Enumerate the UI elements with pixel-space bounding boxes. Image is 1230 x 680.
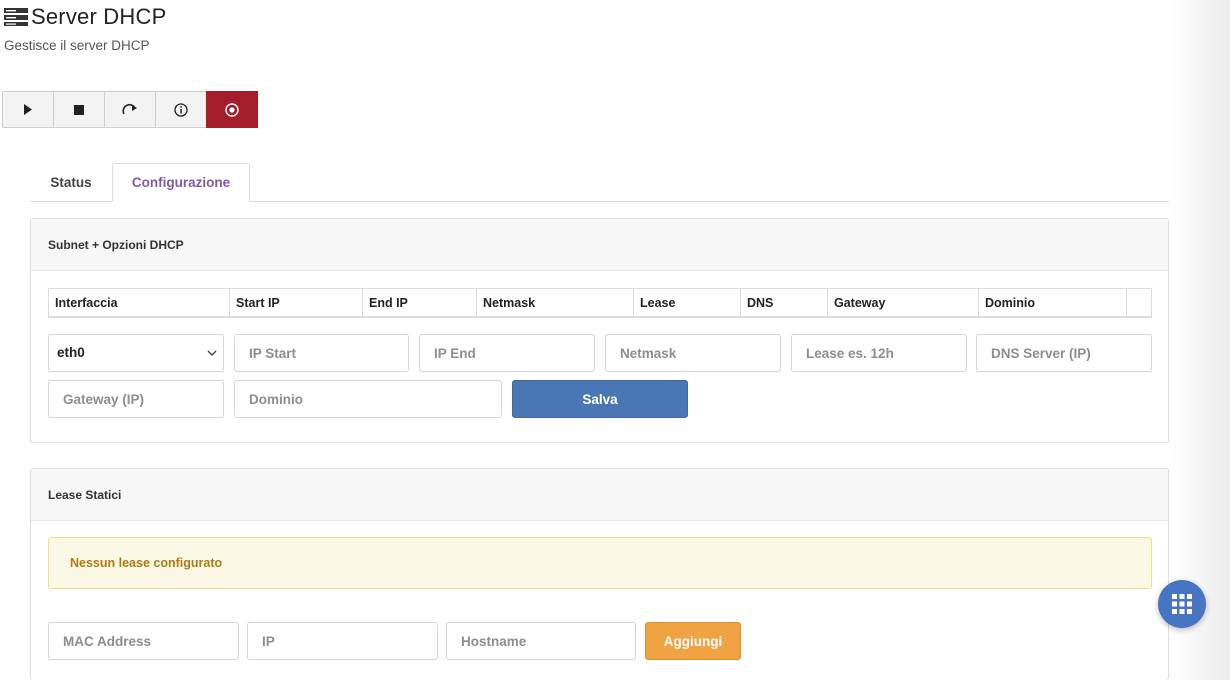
empty-lease-alert: Nessun lease configurato [48, 537, 1152, 589]
static-lease-panel: Lease Statici Nessun lease configurato A… [30, 468, 1169, 680]
dhcp-table-header: Interfaccia Start IP End IP Netmask Leas… [48, 288, 1152, 318]
apps-menu-button[interactable] [1158, 580, 1206, 628]
dns-input[interactable] [976, 334, 1152, 372]
stop-icon [74, 104, 84, 115]
gateway-input[interactable] [48, 380, 224, 418]
dhcp-options-panel: Subnet + Opzioni DHCP Interfaccia Start … [30, 218, 1169, 443]
interface-select[interactable]: eth0 [48, 334, 224, 372]
chevron-down-icon [207, 350, 217, 356]
domain-input[interactable] [234, 380, 502, 418]
column-header-actions [1127, 289, 1151, 316]
column-header: Lease [634, 289, 741, 316]
restart-button[interactable] [104, 91, 155, 128]
ip-start-input[interactable] [234, 334, 409, 372]
info-icon [174, 102, 188, 117]
panel-title: Subnet + Opzioni DHCP [31, 219, 1168, 271]
page-subtitle: Gestisce il server DHCP [4, 38, 150, 53]
apps-grid-icon [1172, 594, 1192, 614]
server-icon [4, 7, 28, 27]
interface-select-value: eth0 [57, 345, 85, 360]
info-button[interactable] [155, 91, 206, 128]
tab-configurazione[interactable]: Configurazione [112, 163, 250, 202]
netmask-input[interactable] [605, 334, 781, 372]
column-header: Netmask [477, 289, 634, 316]
hostname-input[interactable] [446, 622, 636, 660]
ip-end-input[interactable] [419, 334, 595, 372]
lease-ip-input[interactable] [247, 622, 438, 660]
page-header: Server DHCP [4, 4, 166, 30]
start-button[interactable] [2, 91, 53, 128]
service-controls [2, 91, 258, 128]
column-header: Start IP [230, 289, 363, 316]
lease-input[interactable] [791, 334, 967, 372]
play-icon [24, 104, 32, 115]
column-header: Gateway [828, 289, 979, 316]
column-header: Interfaccia [49, 289, 230, 316]
column-header: Dominio [979, 289, 1127, 316]
column-header: DNS [741, 289, 828, 316]
panel-title: Lease Statici [31, 469, 1168, 521]
stop-circle-icon [225, 102, 239, 117]
page-title: Server DHCP [31, 4, 167, 29]
page-edge-shade [1170, 0, 1230, 680]
save-button[interactable]: Salva [512, 380, 688, 418]
add-lease-button[interactable]: Aggiungi [645, 622, 741, 660]
mac-address-input[interactable] [48, 622, 239, 660]
stop-button[interactable] [53, 91, 104, 128]
tab-status[interactable]: Status [32, 163, 110, 201]
column-header: End IP [363, 289, 477, 316]
disable-button[interactable] [206, 91, 258, 128]
tab-bar: Status Configurazione [30, 163, 1169, 202]
restart-icon [122, 103, 137, 114]
